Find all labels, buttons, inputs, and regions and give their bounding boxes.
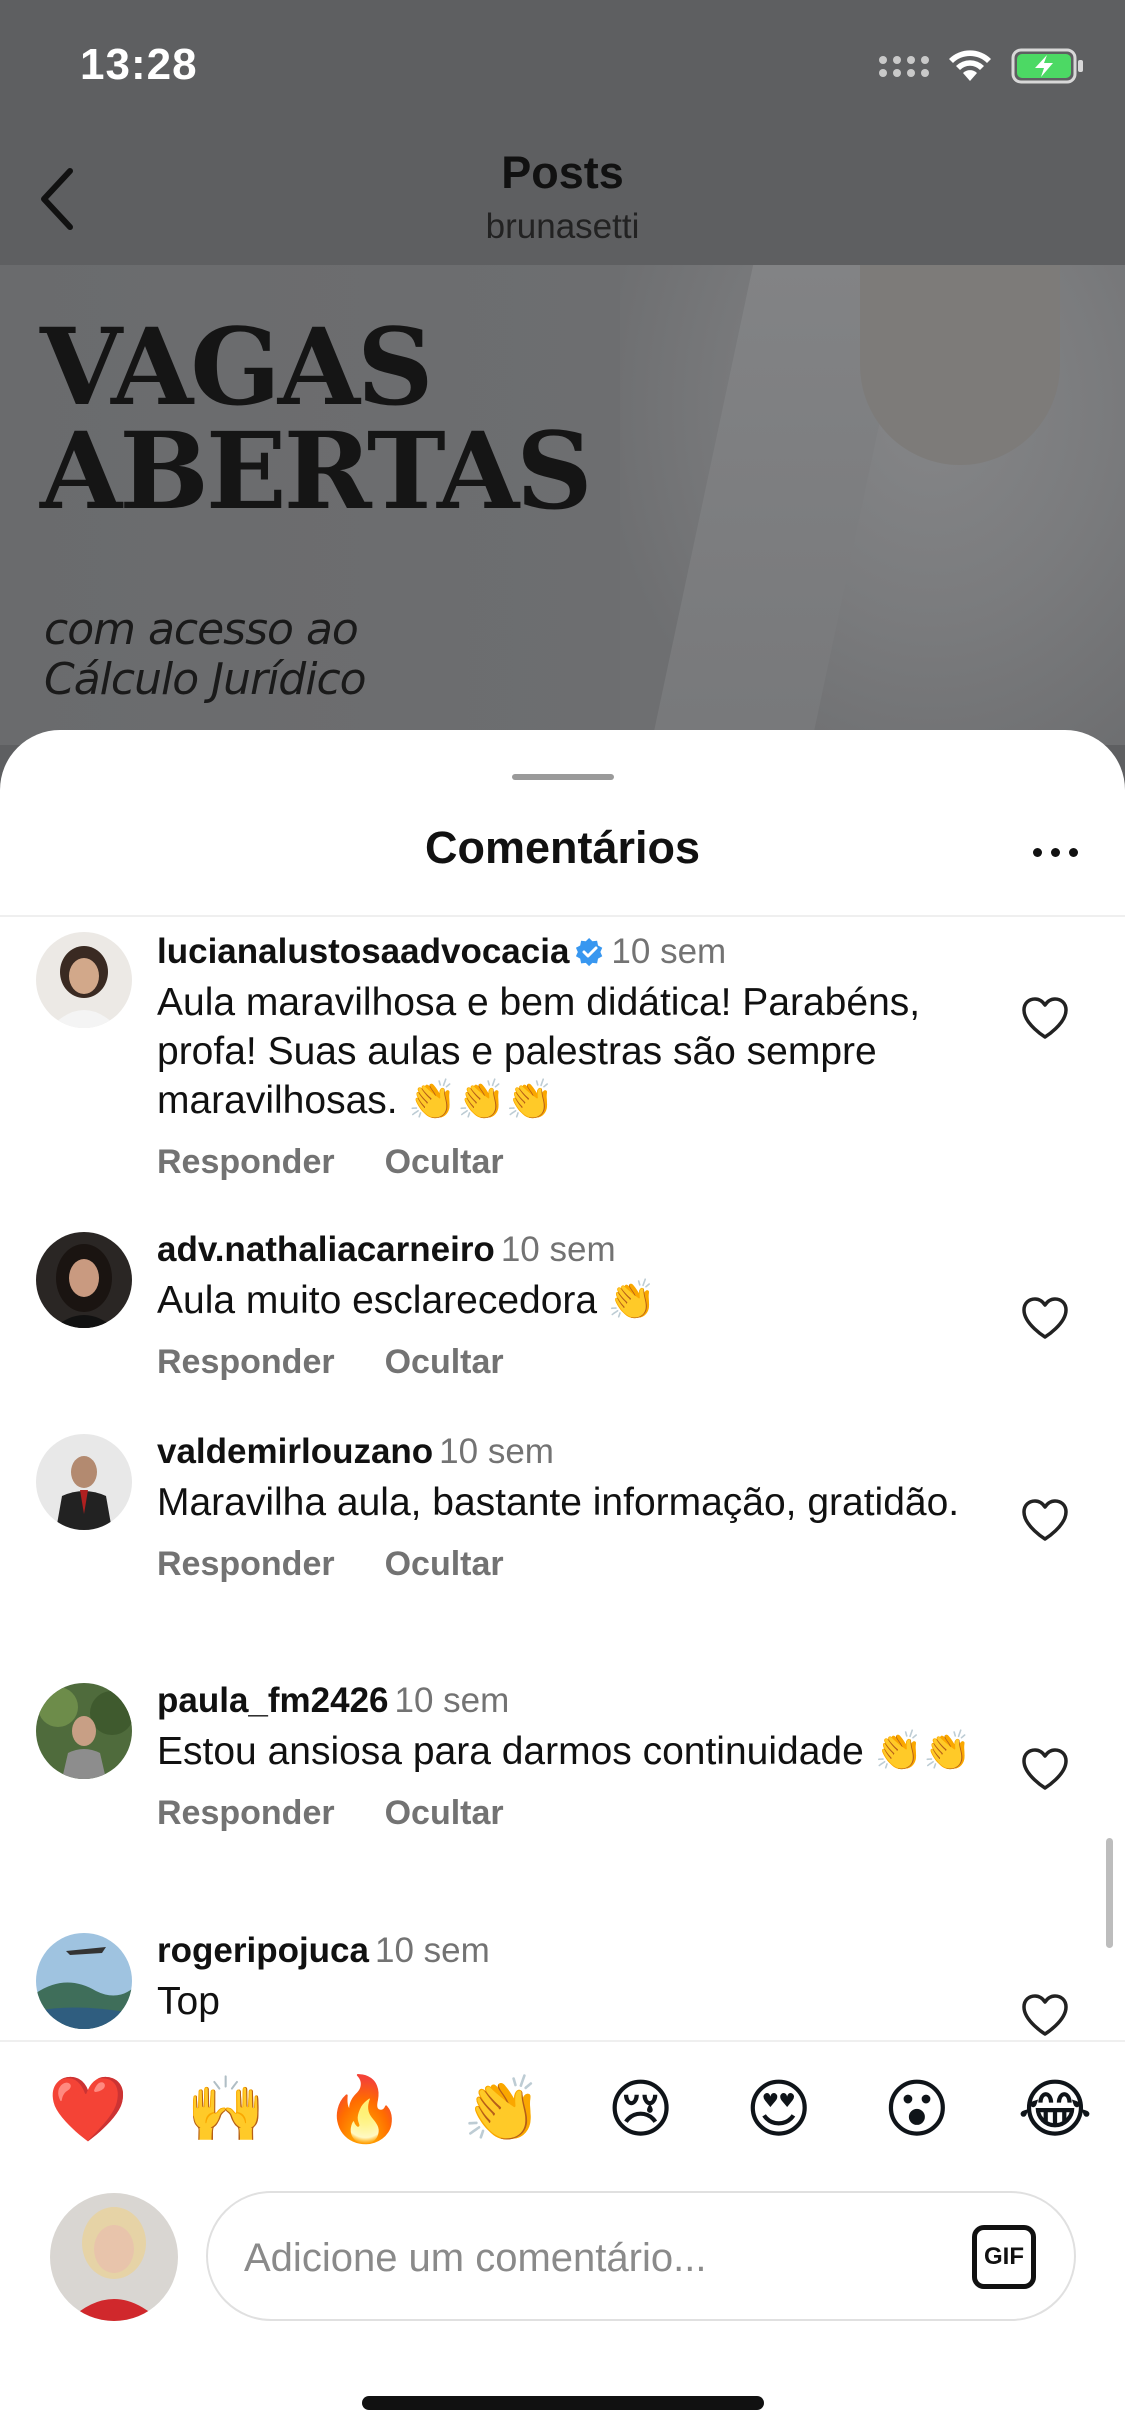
comment-input-field: GIF [206,2191,1076,2321]
more-dot-icon [1068,847,1078,857]
like-button[interactable] [1015,1290,1075,1346]
status-icons [879,48,1085,84]
post-sub-line1: com acesso ao [44,604,359,655]
comment-meta: valdemirlouzano 10 sem [157,1430,1000,1474]
comment-body: paula_fm2426 10 sem Estou ansiosa para da… [157,1679,1000,1833]
crying-emoji-button[interactable]: 😢 [601,2070,681,2150]
comment-username[interactable]: paula_fm2426 [157,1681,389,1720]
heart-outline-icon [1022,997,1068,1039]
heart-outline-icon [1022,1499,1068,1541]
comment-meta: adv.nathaliacarneiro 10 sem [157,1228,1000,1272]
status-time: 13:28 [80,40,198,89]
heart-outline-icon [1022,1994,1068,2036]
comment-input-row: GIF [0,2185,1125,2345]
like-button[interactable] [1015,1492,1075,1548]
home-indicator[interactable] [362,2396,764,2410]
avatar[interactable] [36,1434,132,1530]
fire-emoji-button[interactable]: 🔥 [324,2070,404,2150]
comment-actions: Responder Ocultar [157,1343,1000,1382]
comment-actions: Responder Ocultar [157,1143,1000,1182]
like-button[interactable] [1015,990,1075,1046]
battery-charging-icon [1011,48,1083,84]
laughing-emoji-button[interactable]: 😂 [1015,2070,1095,2150]
avatar[interactable] [36,1933,132,2029]
comment-actions: Responder Ocultar [157,1545,1000,1584]
more-options-button[interactable] [1015,822,1095,882]
post-headline: VAGAS ABERTAS [40,304,593,533]
post-subheadline: com acesso ao Cálculo Jurídico [44,604,367,705]
comment-username[interactable]: rogeripojuca [157,1931,369,1970]
hide-button[interactable]: Ocultar [385,1143,504,1182]
reply-button[interactable]: Responder [157,1545,335,1584]
heart-eyes-emoji-button[interactable]: 😍 [739,2070,819,2150]
comment-meta: lucianalustosaadvocacia 10 sem [157,930,1000,974]
sheet-divider [0,915,1125,917]
post-image: VAGAS ABERTAS com acesso ao Cálculo Jurí… [0,265,1125,745]
cellular-signal-icon [879,55,929,77]
verified-badge-icon [576,937,603,967]
reply-button[interactable]: Responder [157,1794,335,1833]
surprised-emoji-button[interactable]: 😮 [877,2070,957,2150]
post-neck-shape [860,265,1060,465]
comment-time: 10 sem [374,1931,490,1970]
more-dot-icon [1032,847,1042,857]
post-headline-line1: VAGAS [40,304,434,429]
like-button[interactable] [1015,1741,1075,1797]
comment-body: valdemirlouzano 10 sem Maravilha aula, ba… [157,1430,1000,1584]
reply-button[interactable]: Responder [157,1143,335,1182]
like-button[interactable] [1015,1987,1075,2040]
gif-button[interactable]: GIF [972,2225,1036,2289]
comment-text: Aula muito esclarecedora 👏 [157,1279,657,1322]
wifi-icon [949,50,991,81]
hide-button[interactable]: Ocultar [385,1545,504,1584]
comment-input[interactable] [244,2223,904,2293]
status-bar: 13:28 [0,0,1125,135]
comment-username[interactable]: lucianalustosaadvocacia [157,932,569,971]
heart-outline-icon [1022,1748,1068,1790]
heart-emoji-button[interactable]: ❤️ [48,2070,128,2150]
avatar[interactable] [36,1683,132,1779]
post-sub-line2: Cálculo Jurídico [44,654,367,705]
comment-body: rogeripojuca 10 sem Top [157,1929,1000,2026]
comment-time: 10 sem [611,932,727,971]
emoji-row: ❤️ 🙌 🔥 👏 😢 😍 😮 😂 [48,2070,1095,2150]
comment-actions: Responder Ocultar [157,1794,1000,1833]
hide-button[interactable]: Ocultar [385,1343,504,1382]
post-headline-line2: ABERTAS [40,408,593,533]
comment-text: Maravilha aula, bastante informação, gra… [157,1481,960,1524]
comment-meta: rogeripojuca 10 sem [157,1929,1000,1973]
header: Posts brunasetti [0,135,1125,265]
hide-button[interactable]: Ocultar [385,1794,504,1833]
current-user-avatar[interactable] [50,2193,178,2321]
comment-text: Top [157,1980,220,2023]
comment-time: 10 sem [500,1230,616,1269]
comment-body: lucianalustosaadvocacia 10 sem Aula marav… [157,930,1000,1182]
comment-text: Aula maravilhosa e bem didática! Parabén… [157,981,921,1122]
avatar[interactable] [36,1232,132,1328]
heart-outline-icon [1022,1297,1068,1339]
scrollbar-thumb[interactable] [1106,1838,1113,1948]
reply-button[interactable]: Responder [157,1343,335,1382]
comment-username[interactable]: adv.nathaliacarneiro [157,1230,495,1269]
sheet-grabber[interactable] [512,774,614,780]
comment-time: 10 sem [394,1681,510,1720]
page-title: Posts [501,147,624,198]
comment-time: 10 sem [439,1432,554,1471]
raising-hands-emoji-button[interactable]: 🙌 [186,2070,266,2150]
comment-body: adv.nathaliacarneiro 10 sem Aula muito es… [157,1228,1000,1382]
clapping-emoji-button[interactable]: 👏 [462,2070,543,2150]
comment-item: rogeripojuca 10 sem Top [0,1929,1125,2040]
comment-text: Estou ansiosa para darmos continuidade 👏… [157,1730,972,1773]
more-dot-icon [1050,847,1060,857]
page-subtitle-username[interactable]: brunasetti [0,207,1125,247]
comment-username[interactable]: valdemirlouzano [157,1432,433,1471]
sheet-title: Comentários [424,822,701,873]
avatar[interactable] [36,932,132,1028]
comment-meta: paula_fm2426 10 sem [157,1679,1000,1723]
